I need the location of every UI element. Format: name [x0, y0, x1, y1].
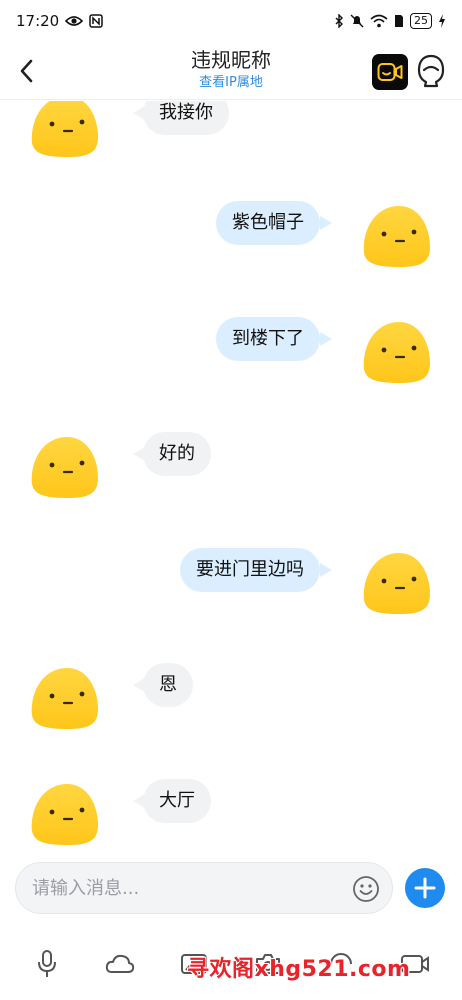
message-bubble[interactable]: 恩: [143, 663, 193, 707]
more-actions-button[interactable]: [405, 868, 445, 908]
bubble-tail: [320, 215, 332, 230]
voice-button[interactable]: [31, 948, 63, 980]
message-input[interactable]: [32, 863, 352, 913]
plus-icon: [414, 877, 436, 899]
contact-avatar[interactable]: [28, 101, 102, 159]
message-item: 好的: [0, 432, 462, 512]
message-bubble[interactable]: 好的: [143, 432, 211, 476]
bubble-tail: [320, 562, 332, 577]
status-time: 17:20: [16, 12, 60, 30]
blob-avatar-icon: [363, 321, 430, 383]
mute-icon: [350, 14, 364, 28]
blob-avatar-icon: [31, 436, 98, 498]
watermark: 寻欢阁xhg521.com: [187, 957, 411, 982]
battery-indicator: 25: [410, 13, 432, 29]
video-call-button[interactable]: [372, 54, 408, 90]
composer: [0, 862, 462, 918]
message-item: 紫色帽子: [0, 201, 462, 281]
wifi-icon: [370, 14, 388, 28]
blob-avatar-icon: [31, 783, 98, 845]
my-avatar[interactable]: [360, 548, 434, 616]
profile-button[interactable]: [416, 54, 446, 88]
message-input-box[interactable]: [15, 862, 393, 914]
contact-avatar[interactable]: [28, 663, 102, 731]
sim-icon: [395, 15, 403, 27]
contact-avatar[interactable]: [28, 432, 102, 500]
cloud-button[interactable]: [104, 948, 136, 980]
message-bubble[interactable]: 到楼下了: [216, 317, 320, 361]
profile-icon: [417, 54, 445, 88]
message-item: 大厅: [0, 779, 462, 856]
message-item: 要进门里边吗: [0, 548, 462, 628]
chat-header: 违规昵称 查看IP属地: [0, 42, 462, 100]
blob-avatar-icon: [31, 101, 98, 157]
blob-avatar-icon: [363, 552, 430, 614]
message-item: 恩: [0, 663, 462, 743]
eye-icon: [65, 16, 84, 26]
blob-avatar-icon: [363, 205, 430, 267]
my-avatar[interactable]: [360, 201, 434, 269]
cloud-icon: [106, 954, 135, 973]
bluetooth-icon: [335, 14, 343, 28]
blob-avatar-icon: [31, 667, 98, 729]
nfc-icon: [89, 14, 103, 28]
charging-icon: [439, 14, 445, 28]
emoji-button[interactable]: [352, 875, 380, 903]
contact-avatar[interactable]: [28, 779, 102, 847]
message-bubble[interactable]: 要进门里边吗: [180, 548, 320, 592]
status-bar: 17:20 25: [0, 0, 462, 42]
message-bubble[interactable]: 我接你: [143, 101, 229, 135]
video-call-icon: [377, 63, 403, 81]
message-bubble[interactable]: 紫色帽子: [216, 201, 320, 245]
emoji-icon: [353, 876, 379, 902]
message-bubble[interactable]: 大厅: [143, 779, 211, 823]
message-item: 我接你: [0, 101, 462, 171]
bubble-tail: [320, 331, 332, 346]
microphone-icon: [37, 950, 56, 977]
my-avatar[interactable]: [360, 317, 434, 385]
message-item: 到楼下了: [0, 317, 462, 397]
message-list[interactable]: 我接你 紫色帽子 到楼下了 好的 要进门里边吗 恩 大厅: [0, 101, 462, 856]
